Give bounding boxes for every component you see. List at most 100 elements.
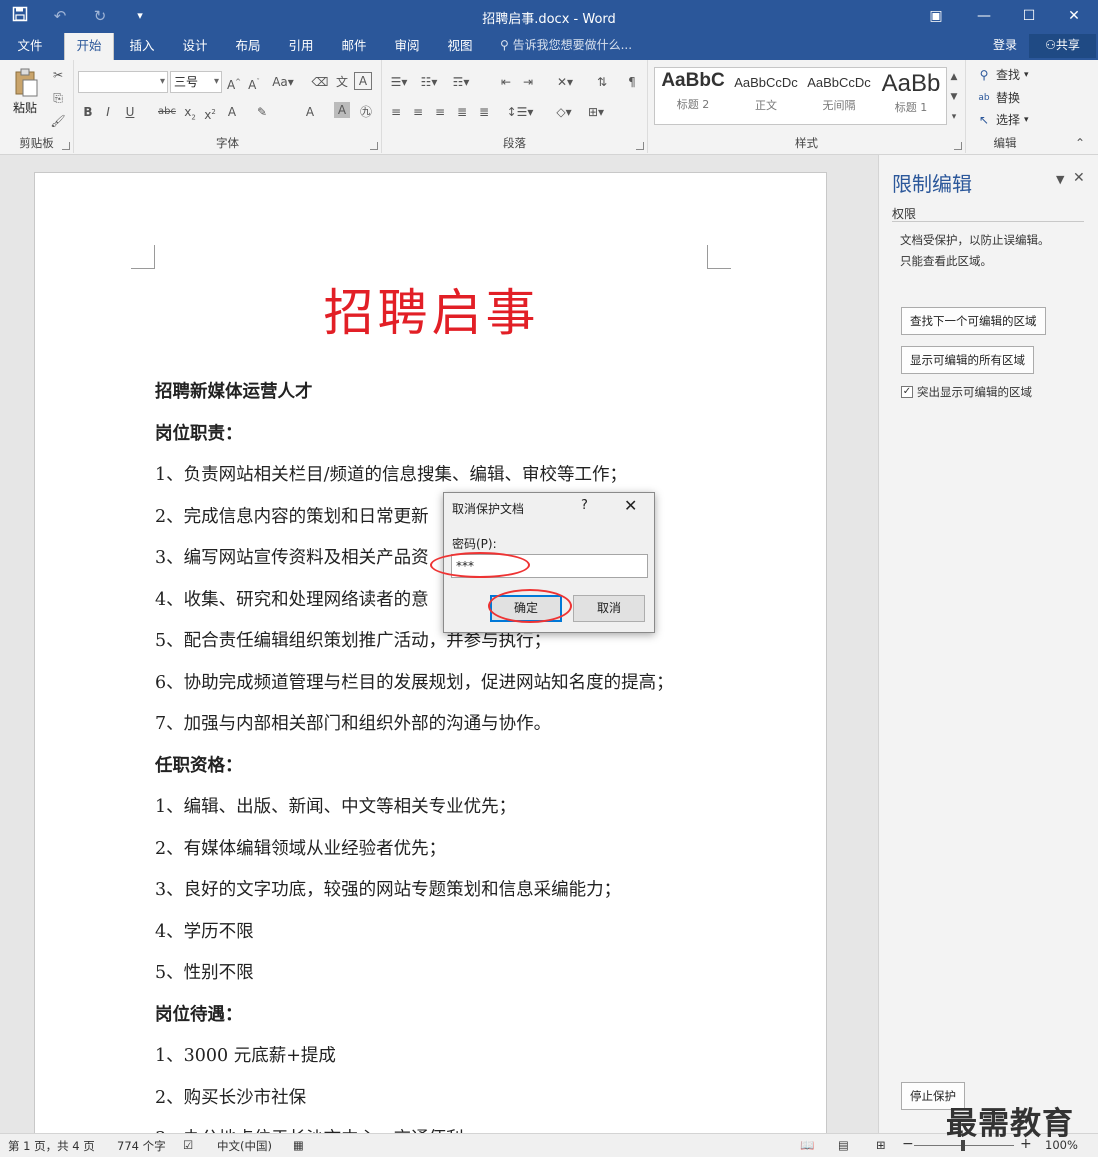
style-no-spacing[interactable]: AaBbCcDc 无间隔: [803, 70, 875, 122]
paste-label[interactable]: 粘贴: [13, 99, 37, 116]
dialog-close-icon[interactable]: ✕: [624, 496, 637, 515]
align-center-icon[interactable]: ≡: [408, 102, 428, 122]
borders-icon[interactable]: ⊞▾: [582, 102, 610, 122]
paste-icon[interactable]: [12, 68, 40, 98]
document-line: 7、加强与内部相关部门和组织外部的沟通与协作。: [155, 714, 552, 734]
login-link[interactable]: 登录: [993, 33, 1017, 58]
clear-format-icon[interactable]: ⌫: [310, 72, 330, 92]
highlight-regions-checkbox[interactable]: ✓ 突出显示可编辑的区域: [901, 384, 1032, 400]
tell-me-box[interactable]: ⚲ 告诉我您想要做什么...: [500, 33, 632, 60]
copy-icon[interactable]: ⎘: [48, 88, 68, 108]
align-right-icon[interactable]: ≡: [430, 102, 450, 122]
minimize-icon[interactable]: —: [960, 0, 1008, 33]
tab-insert[interactable]: 插入: [118, 33, 166, 60]
tab-view[interactable]: 视图: [436, 33, 484, 60]
char-shading-icon[interactable]: A: [334, 102, 350, 118]
shrink-font-icon[interactable]: Aˇ: [244, 72, 264, 92]
text-effects-icon[interactable]: A: [222, 102, 242, 122]
tab-layout[interactable]: 布局: [224, 33, 272, 60]
strikethrough-icon[interactable]: abc: [156, 102, 178, 122]
print-layout-icon[interactable]: ▤: [838, 1138, 849, 1152]
style-normal[interactable]: AaBbCcDc 正文: [730, 70, 802, 122]
zoom-out-icon[interactable]: −: [902, 1136, 914, 1152]
tab-home[interactable]: 开始: [64, 33, 114, 60]
chevron-down-icon: ▾: [1024, 69, 1029, 80]
language[interactable]: 中文(中国): [217, 1138, 272, 1154]
align-left-icon[interactable]: ≡: [386, 102, 406, 122]
font-color-icon[interactable]: A: [300, 102, 320, 122]
person-icon: ⚇: [1045, 38, 1056, 52]
phonetic-guide-icon[interactable]: 文: [332, 72, 352, 92]
macro-icon[interactable]: ▦: [293, 1138, 304, 1152]
change-case-icon[interactable]: Aa▾: [270, 72, 296, 92]
tab-mailings[interactable]: 邮件: [330, 33, 378, 60]
paragraph-launcher-icon[interactable]: [636, 142, 644, 150]
word-count[interactable]: 774 个字: [117, 1138, 166, 1154]
clipboard-launcher-icon[interactable]: [62, 142, 70, 150]
enclose-char-icon[interactable]: ㊈: [356, 102, 376, 122]
ribbon-tabs: 文件 开始 插入 设计 布局 引用 邮件 审阅 视图 ⚲ 告诉我您想要做什么..…: [0, 33, 1098, 60]
close-icon[interactable]: ✕: [1050, 0, 1098, 33]
justify-icon[interactable]: ≣: [452, 102, 472, 122]
pane-close-icon[interactable]: ✕: [1073, 170, 1085, 186]
subscript-icon[interactable]: x2: [180, 102, 200, 122]
document-line: 2、有媒体编辑领域从业经验者优先；: [155, 838, 447, 859]
pane-options-icon[interactable]: ▼: [1056, 173, 1064, 186]
style-heading-1[interactable]: AaBb 标题 1: [875, 70, 947, 122]
chinese-layout-icon[interactable]: ✕▾: [552, 72, 578, 92]
shading-icon[interactable]: ◇▾: [550, 102, 578, 122]
style-more-icon[interactable]: ▾: [947, 107, 961, 125]
maximize-icon[interactable]: ☐: [1005, 0, 1053, 33]
styles-launcher-icon[interactable]: [954, 142, 962, 150]
font-name-combo[interactable]: [78, 71, 168, 93]
distributed-icon[interactable]: ≣: [474, 102, 494, 122]
web-layout-icon[interactable]: ⊞: [876, 1138, 886, 1152]
share-label: 共享: [1055, 38, 1080, 52]
numbering-icon[interactable]: ☷▾: [416, 72, 442, 92]
font-launcher-icon[interactable]: [370, 142, 378, 150]
document-line: 2、完成信息内容的策划和日常更新: [155, 506, 429, 527]
cut-icon[interactable]: ✂: [48, 65, 68, 85]
format-painter-icon[interactable]: 🖌: [48, 111, 68, 131]
help-icon[interactable]: ?: [581, 498, 588, 513]
grow-font-icon[interactable]: A^: [224, 72, 244, 92]
style-scroll-up-icon[interactable]: ▲: [947, 67, 961, 85]
collapse-ribbon-icon[interactable]: ⌃: [1072, 136, 1088, 150]
show-all-regions-button[interactable]: 显示可编辑的所有区域: [901, 346, 1034, 374]
multilevel-list-icon[interactable]: ☶▾: [448, 72, 474, 92]
superscript-icon[interactable]: x2: [200, 102, 220, 122]
bold-icon[interactable]: B: [78, 102, 98, 122]
style-scroll-down-icon[interactable]: ▼: [947, 87, 961, 105]
tab-design[interactable]: 设计: [171, 33, 219, 60]
tab-references[interactable]: 引用: [277, 33, 325, 60]
find-button[interactable]: ⚲ 查找 ▾: [976, 66, 1029, 83]
select-button[interactable]: ↖ 选择 ▾: [976, 111, 1029, 128]
proofing-icon[interactable]: ☑: [183, 1138, 193, 1152]
cancel-button[interactable]: 取消: [573, 595, 645, 622]
find-next-region-button[interactable]: 查找下一个可编辑的区域: [901, 307, 1046, 335]
dialog-title: 取消保护文档: [452, 502, 525, 516]
increase-indent-icon[interactable]: ⇥: [518, 72, 538, 92]
bullets-icon[interactable]: ☰▾: [386, 72, 412, 92]
line-spacing-icon[interactable]: ↕☰▾: [506, 102, 534, 122]
highlight-color-icon[interactable]: ✎: [252, 102, 272, 122]
char-border-icon[interactable]: A: [354, 72, 372, 90]
ribbon-display-options-icon[interactable]: ▣: [912, 0, 960, 33]
share-button[interactable]: ⚇共享: [1029, 34, 1096, 58]
page-count[interactable]: 第 1 页，共 4 页: [8, 1138, 95, 1154]
tab-review[interactable]: 审阅: [383, 33, 431, 60]
decrease-indent-icon[interactable]: ⇤: [496, 72, 516, 92]
style-preview: AaBbCcDc: [807, 75, 871, 90]
tab-file[interactable]: 文件: [6, 33, 54, 60]
document-line: 2、购买长沙市社保: [155, 1087, 307, 1108]
replace-button[interactable]: ab 替换: [976, 89, 1020, 106]
replace-icon: ab: [978, 92, 990, 103]
underline-icon[interactable]: U: [120, 102, 140, 122]
section-heading: 岗位职责：: [155, 423, 243, 444]
read-mode-icon[interactable]: 📖: [800, 1138, 814, 1152]
italic-icon[interactable]: I: [98, 102, 118, 122]
show-marks-icon[interactable]: ¶: [622, 72, 642, 92]
sort-icon[interactable]: ⇅: [592, 72, 612, 92]
font-size-combo[interactable]: 三号: [170, 71, 222, 93]
style-heading-2[interactable]: AaBbC 标题 2: [657, 70, 729, 122]
